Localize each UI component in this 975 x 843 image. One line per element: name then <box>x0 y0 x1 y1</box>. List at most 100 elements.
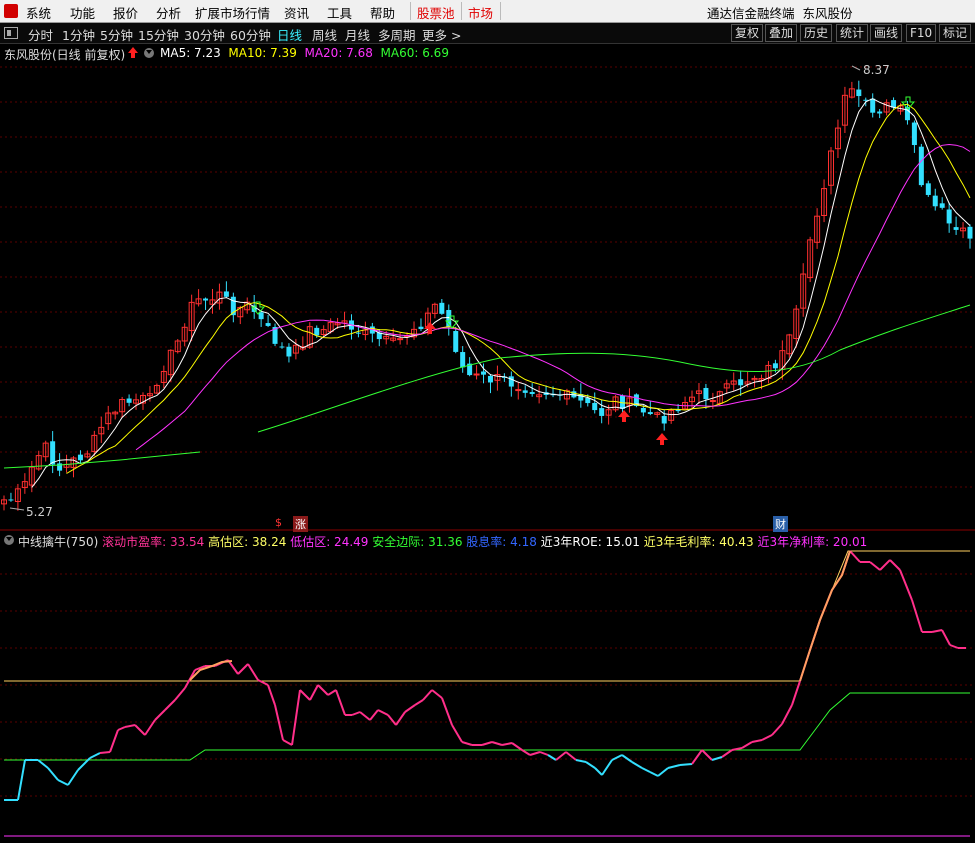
candle-body <box>258 312 264 320</box>
pe-line-segment <box>721 749 733 758</box>
ma20-label: MA20: 7.68 <box>304 46 373 60</box>
pe-line-segment <box>327 689 337 696</box>
candle-body <box>314 327 320 336</box>
pe-line-segment <box>539 751 549 756</box>
candle-body <box>709 400 716 403</box>
pe-line-segment <box>547 754 557 761</box>
candle-body <box>738 379 744 386</box>
ma10-line <box>66 103 971 474</box>
candle-body <box>856 89 862 97</box>
pe-line-segment <box>941 629 951 646</box>
buy-arrow-icon <box>656 433 668 445</box>
pe-line-segment <box>89 752 101 759</box>
pe-line-segment <box>575 759 587 763</box>
pe-line-segment <box>164 699 176 711</box>
candle-body <box>592 402 598 411</box>
candle-body <box>279 346 285 348</box>
indicator-dropdown-icon[interactable] <box>4 535 14 545</box>
candle-body <box>599 408 605 416</box>
pe-label: 滚动市盈率: 33.54 <box>102 535 205 549</box>
pe-line-segment <box>174 687 186 701</box>
pe-line-segment <box>317 684 329 696</box>
pe-line-segment <box>931 629 943 633</box>
candle-body <box>647 412 653 415</box>
pe-line-segment <box>422 689 433 701</box>
candle-body <box>772 363 778 369</box>
pe-line-segment <box>282 739 293 746</box>
pe-line-segment <box>124 724 136 728</box>
candle-body <box>473 373 480 376</box>
net-margin-label: 近3年净利率: 20.01 <box>757 535 868 549</box>
pe-line-segment <box>377 709 389 716</box>
candle-body <box>661 415 667 424</box>
pe-line-segment <box>761 734 773 741</box>
candle-body <box>529 392 535 395</box>
ma-legend: MA5: 7.23 MA10: 7.39 MA20: 7.68 MA60: 6.… <box>160 46 449 60</box>
pe-line-segment <box>849 550 861 563</box>
low-price-label: 5.27 <box>26 505 53 519</box>
pe-line-segment <box>649 771 659 777</box>
financial-report-marker[interactable]: 财 <box>773 516 788 532</box>
candle-body <box>515 389 522 392</box>
candle-body <box>355 332 361 334</box>
pe-line-segment <box>369 709 379 721</box>
candle-body <box>203 298 209 301</box>
pe-line-segment <box>57 779 69 786</box>
candle-body <box>967 226 973 239</box>
candle-body <box>870 98 876 113</box>
candle-body <box>932 195 938 207</box>
pe-line-segment <box>657 767 669 777</box>
ma5-label: MA5: 7.23 <box>160 46 221 60</box>
dividend-marker[interactable]: $ <box>275 516 282 529</box>
candle-body <box>877 111 883 114</box>
high-zone-line <box>799 550 970 682</box>
pe-line-segment <box>299 689 311 701</box>
candle-body <box>918 146 924 186</box>
pe-line-segment <box>889 559 901 571</box>
pe-line-segment <box>601 759 613 776</box>
candle-body <box>77 454 83 461</box>
pe-line-segment <box>117 726 126 731</box>
candle-body <box>939 203 945 208</box>
candle-body <box>953 227 959 230</box>
legend-dropdown-icon[interactable] <box>144 48 154 58</box>
candle-body <box>286 346 292 357</box>
dividend-yield-label: 股息率: 4.18 <box>466 535 537 549</box>
pe-line-segment <box>691 749 703 765</box>
pe-line-segment <box>395 711 406 726</box>
pe-line-segment <box>309 684 319 701</box>
pe-line-segment <box>594 767 603 776</box>
pe-line-segment <box>441 697 453 726</box>
gross-margin-label: 近3年毛利率: 40.43 <box>643 535 754 549</box>
pe-line-segment <box>521 749 531 756</box>
limit-up-marker[interactable]: 涨 <box>293 516 308 532</box>
candle-body <box>522 390 528 393</box>
main-legend: 东风股份(日线 前复权) <box>4 46 125 63</box>
ma20-line <box>135 143 971 451</box>
candle-body <box>481 371 487 375</box>
candle-body <box>703 387 709 400</box>
candle-body <box>460 352 466 368</box>
pe-line-segment <box>491 741 503 746</box>
pe-line-segment <box>481 741 493 746</box>
stock-chart[interactable] <box>0 0 975 843</box>
low-zone-label: 低估区: 24.49 <box>290 535 369 549</box>
pe-line-segment <box>359 711 371 721</box>
candle-body <box>487 375 493 383</box>
pe-line-segment <box>741 741 753 749</box>
pe-line-segment <box>387 714 397 726</box>
pe-line-segment <box>461 741 473 746</box>
pe-line-segment <box>267 684 276 706</box>
candle-body <box>453 331 459 352</box>
low-pointer-line <box>9 507 25 511</box>
chart-title: 东风股份(日线 前复权) <box>4 48 126 62</box>
roe-label: 近3年ROE: 15.01 <box>540 535 640 549</box>
pe-line-segment <box>781 704 793 725</box>
safety-line <box>4 692 970 761</box>
candle-body <box>508 376 514 387</box>
pe-line-segment <box>414 699 424 706</box>
candle-body <box>8 499 14 501</box>
candle-body <box>223 291 229 297</box>
ma60-line-b <box>257 304 971 433</box>
pe-line-segment <box>641 767 651 773</box>
